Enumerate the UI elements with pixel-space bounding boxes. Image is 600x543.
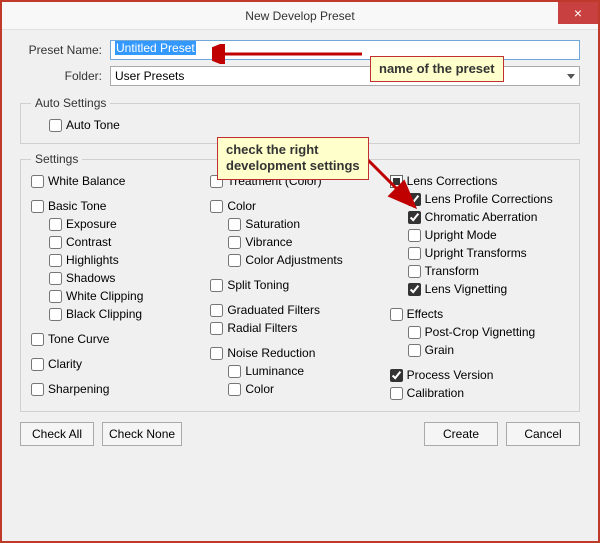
saturation-label: Saturation	[245, 216, 300, 233]
noise-reduction-label: Noise Reduction	[227, 345, 315, 362]
settings-col-3: Lens Corrections Lens Profile Correction…	[390, 172, 569, 403]
color-adjustments-label: Color Adjustments	[245, 252, 342, 269]
black-clipping-label: Black Clipping	[66, 306, 142, 323]
lens-corrections-label: Lens Corrections	[407, 173, 498, 190]
white-balance-checkbox[interactable]	[31, 175, 44, 188]
auto-settings-legend: Auto Settings	[31, 96, 110, 110]
upright-mode-label: Upright Mode	[425, 227, 497, 244]
auto-tone-checkbox-row: Auto Tone	[49, 117, 569, 134]
preset-name-input[interactable]: Untitled Preset	[110, 40, 580, 60]
basic-tone-label: Basic Tone	[48, 198, 106, 215]
color-adjustments-checkbox[interactable]	[228, 254, 241, 267]
effects-checkbox[interactable]	[390, 308, 403, 321]
effects-label: Effects	[407, 306, 443, 323]
calibration-checkbox[interactable]	[390, 387, 403, 400]
luminance-checkbox[interactable]	[228, 365, 241, 378]
contrast-checkbox[interactable]	[49, 236, 62, 249]
noise-color-label: Color	[245, 381, 274, 398]
luminance-label: Luminance	[245, 363, 304, 380]
chromatic-aberration-checkbox[interactable]	[408, 211, 421, 224]
upright-transforms-checkbox[interactable]	[408, 247, 421, 260]
calibration-label: Calibration	[407, 385, 464, 402]
graduated-filters-checkbox[interactable]	[210, 304, 223, 317]
folder-value: User Presets	[115, 69, 184, 83]
settings-col-1: White Balance Basic Tone Exposure Contra…	[31, 172, 210, 403]
left-buttons: Check All Check None	[20, 422, 182, 446]
lens-vignetting-label: Lens Vignetting	[425, 281, 508, 298]
right-buttons: Create Cancel	[424, 422, 580, 446]
process-version-checkbox[interactable]	[390, 369, 403, 382]
dialog-content: Preset Name: Untitled Preset Folder: Use…	[2, 30, 598, 460]
shadows-checkbox[interactable]	[49, 272, 62, 285]
radial-filters-checkbox[interactable]	[210, 322, 223, 335]
noise-reduction-checkbox[interactable]	[210, 347, 223, 360]
grain-label: Grain	[425, 342, 454, 359]
transform-label: Transform	[425, 263, 479, 280]
annotation-name-callout: name of the preset	[370, 56, 504, 82]
folder-label: Folder:	[20, 69, 110, 83]
lens-corrections-checkbox[interactable]	[390, 175, 403, 188]
dialog-window: New Develop Preset × Preset Name: Untitl…	[0, 0, 600, 543]
grain-checkbox[interactable]	[408, 344, 421, 357]
auto-tone-label: Auto Tone	[66, 117, 120, 134]
split-toning-label: Split Toning	[227, 277, 289, 294]
shadows-label: Shadows	[66, 270, 115, 287]
vibrance-checkbox[interactable]	[228, 236, 241, 249]
window-title: New Develop Preset	[245, 9, 354, 23]
black-clipping-checkbox[interactable]	[49, 308, 62, 321]
create-button[interactable]: Create	[424, 422, 498, 446]
color-label: Color	[227, 198, 256, 215]
annotation-settings-callout: check the right development settings	[217, 137, 369, 180]
basic-tone-checkbox[interactable]	[31, 200, 44, 213]
upright-transforms-label: Upright Transforms	[425, 245, 527, 262]
close-button[interactable]: ×	[558, 2, 598, 24]
check-all-button[interactable]: Check All	[20, 422, 94, 446]
exposure-label: Exposure	[66, 216, 117, 233]
check-none-button[interactable]: Check None	[102, 422, 182, 446]
settings-col-2: Treatment (Color) Color Saturation Vibra…	[210, 172, 389, 403]
exposure-checkbox[interactable]	[49, 218, 62, 231]
dialog-footer: Check All Check None Create Cancel	[20, 422, 580, 446]
highlights-checkbox[interactable]	[49, 254, 62, 267]
close-icon: ×	[574, 5, 582, 21]
graduated-filters-label: Graduated Filters	[227, 302, 320, 319]
preset-name-value: Untitled Preset	[115, 41, 196, 55]
radial-filters-label: Radial Filters	[227, 320, 297, 337]
sharpening-checkbox[interactable]	[31, 383, 44, 396]
noise-color-checkbox[interactable]	[228, 383, 241, 396]
annotation-settings-text: check the right development settings	[226, 142, 360, 173]
color-checkbox[interactable]	[210, 200, 223, 213]
split-toning-checkbox[interactable]	[210, 279, 223, 292]
white-balance-label: White Balance	[48, 173, 125, 190]
highlights-label: Highlights	[66, 252, 119, 269]
cancel-button[interactable]: Cancel	[506, 422, 580, 446]
saturation-checkbox[interactable]	[228, 218, 241, 231]
clarity-label: Clarity	[48, 356, 82, 373]
transform-checkbox[interactable]	[408, 265, 421, 278]
post-crop-vignetting-label: Post-Crop Vignetting	[425, 324, 536, 341]
lens-profile-checkbox[interactable]	[408, 193, 421, 206]
white-clipping-checkbox[interactable]	[49, 290, 62, 303]
lens-profile-label: Lens Profile Corrections	[425, 191, 553, 208]
contrast-label: Contrast	[66, 234, 111, 251]
white-clipping-label: White Clipping	[66, 288, 143, 305]
auto-tone-checkbox[interactable]	[49, 119, 62, 132]
lens-vignetting-checkbox[interactable]	[408, 283, 421, 296]
post-crop-vignetting-checkbox[interactable]	[408, 326, 421, 339]
clarity-checkbox[interactable]	[31, 358, 44, 371]
settings-group: Settings White Balance Basic Tone Exposu…	[20, 152, 580, 412]
titlebar: New Develop Preset ×	[2, 2, 598, 30]
preset-name-label: Preset Name:	[20, 43, 110, 57]
sharpening-label: Sharpening	[48, 381, 109, 398]
vibrance-label: Vibrance	[245, 234, 292, 251]
tone-curve-checkbox[interactable]	[31, 333, 44, 346]
settings-columns: White Balance Basic Tone Exposure Contra…	[31, 172, 569, 403]
annotation-name-text: name of the preset	[379, 61, 495, 76]
folder-select[interactable]: User Presets	[110, 66, 580, 86]
process-version-label: Process Version	[407, 367, 494, 384]
tone-curve-label: Tone Curve	[48, 331, 109, 348]
settings-legend: Settings	[31, 152, 82, 166]
upright-mode-checkbox[interactable]	[408, 229, 421, 242]
chromatic-aberration-label: Chromatic Aberration	[425, 209, 538, 226]
